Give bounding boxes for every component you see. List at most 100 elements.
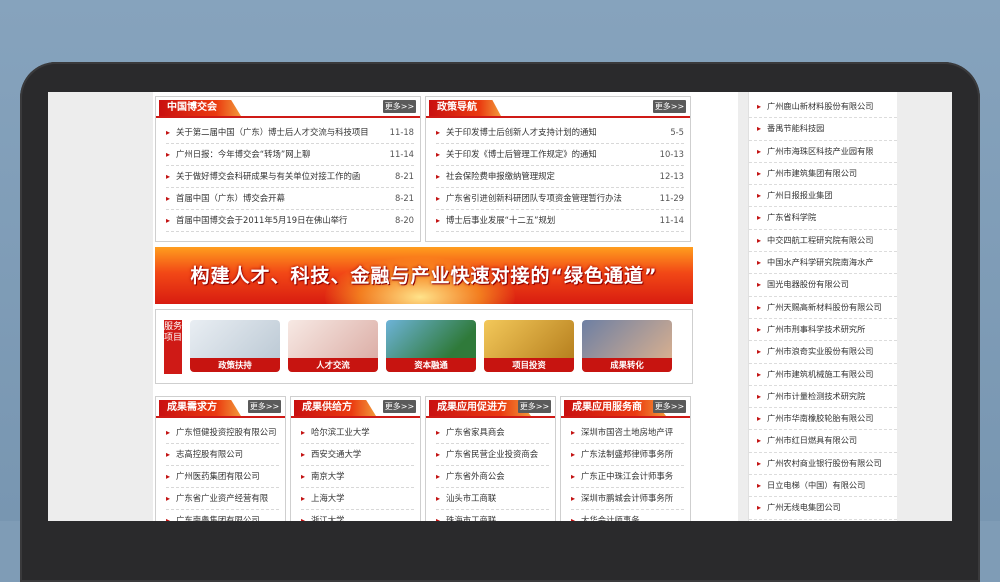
org-item-name[interactable]: 广东省广业资产经营有限	[166, 488, 268, 509]
org-item[interactable]: 大华会计师事务	[571, 510, 684, 521]
company-item[interactable]: 广州市海珠区科技产业园有限	[749, 141, 897, 163]
company-item[interactable]: 广州鹿山新材料股份有限公司	[749, 96, 897, 119]
org-item[interactable]: 南京大学	[301, 466, 414, 488]
org-item-name[interactable]: 广东恒健投资控股有限公司	[166, 422, 277, 443]
org-item[interactable]: 广东南粤集团有限公司	[166, 510, 279, 521]
org-item-name[interactable]: 广东正中珠江会计师事务	[571, 466, 673, 487]
promote-more-button[interactable]: 更多>>	[518, 400, 551, 413]
news-item[interactable]: 广州日报：今年博交会“转场”网上聊 11-14	[166, 144, 414, 166]
news-item-title[interactable]: 关于印发《博士后管理工作规定》的通知	[436, 144, 597, 165]
service-card-capital[interactable]: 资本融通	[386, 320, 476, 372]
service-card-transfer[interactable]: 成果转化	[582, 320, 672, 372]
news-item-title[interactable]: 关于做好博交会科研成果与有关单位对接工作的函	[166, 166, 360, 187]
news-item[interactable]: 关于做好博交会科研成果与有关单位对接工作的函 8-21	[166, 166, 414, 188]
news-item[interactable]: 关于印发博士后创新人才支持计划的通知 5-5	[436, 122, 684, 144]
company-item[interactable]: 广州市计量检测技术研究院	[749, 386, 897, 409]
org-item-name[interactable]: 深圳市鹏城会计师事务所	[571, 488, 673, 509]
news-item-title[interactable]: 首届中国博交会于2011年5月19日在佛山举行	[166, 210, 347, 231]
org-item[interactable]: 深圳市鹏城会计师事务所	[571, 488, 684, 510]
service-card-policy[interactable]: 政策扶持	[190, 320, 280, 372]
news-item[interactable]: 首届中国（广东）博交会开幕 8-21	[166, 188, 414, 210]
news-item-title[interactable]: 广东省引进创新科研团队专项资金管理暂行办法	[436, 188, 622, 209]
news-item-title[interactable]: 关于第二届中国（广东）博士后人才交流与科技项目	[166, 122, 369, 143]
org-item-name[interactable]: 浙江大学	[301, 510, 345, 521]
company-item[interactable]: 广东省科学院	[749, 207, 897, 230]
company-item[interactable]: 广州市华南橡胶轮胎有限公司	[749, 408, 897, 431]
org-item-name[interactable]: 广东南粤集团有限公司	[166, 510, 260, 521]
green-channel-banner[interactable]: 构建人才、科技、金融与产业快速对接的“绿色通道”	[155, 247, 693, 304]
news-item-title[interactable]: 首届中国（广东）博交会开幕	[166, 188, 285, 209]
company-item[interactable]: 广州无线电集团公司	[749, 497, 897, 520]
org-item[interactable]: 广东省民营企业投资商会	[436, 444, 549, 466]
company-item[interactable]: 广州市建筑集团有限公司	[749, 163, 897, 186]
company-item[interactable]: 国光电器股份有限公司	[749, 274, 897, 297]
org-item-name[interactable]: 哈尔滨工业大学	[301, 422, 370, 443]
org-item-name[interactable]: 广东省家具商会	[436, 422, 505, 443]
org-item[interactable]: 深圳市国咨土地房地产评	[571, 422, 684, 444]
company-item[interactable]: 中交四航工程研究院有限公司	[749, 230, 897, 253]
supply-list: 哈尔滨工业大学西安交通大学南京大学上海大学浙江大学	[301, 422, 414, 521]
org-item-name[interactable]: 西安交通大学	[301, 444, 361, 465]
org-item[interactable]: 广东恒健投资控股有限公司	[166, 422, 279, 444]
org-item[interactable]: 广东法制盛邦律师事务所	[571, 444, 684, 466]
company-item[interactable]: 中国水产科学研究院南海水产	[749, 252, 897, 275]
org-item[interactable]: 广东省广业资产经营有限	[166, 488, 279, 510]
company-item[interactable]: 广州市浪奇实业股份有限公司	[749, 341, 897, 364]
company-item[interactable]: 广州天赐高新材料股份有限公司	[749, 297, 897, 319]
expo-title: 中国博交会	[159, 100, 241, 116]
news-item[interactable]: 博士后事业发展“十二五”规划 11-14	[436, 210, 684, 232]
expo-more-button[interactable]: 更多>>	[383, 100, 416, 113]
news-item[interactable]: 广东省引进创新科研团队专项资金管理暂行办法 11-29	[436, 188, 684, 210]
org-item[interactable]: 志高控股有限公司	[166, 444, 279, 466]
news-item-title[interactable]: 广州日报：今年博交会“转场”网上聊	[166, 144, 310, 165]
org-item[interactable]: 广东省家具商会	[436, 422, 549, 444]
expo-panel: 中国博交会 更多>> 关于第二届中国（广东）博士后人才交流与科技项目 11-18 广…	[155, 96, 421, 242]
org-item[interactable]: 浙江大学	[301, 510, 414, 521]
service-org-more-button[interactable]: 更多>>	[653, 400, 686, 413]
news-item[interactable]: 社会保险费申报缴纳管理规定 12-13	[436, 166, 684, 188]
supply-more-button[interactable]: 更多>>	[383, 400, 416, 413]
company-item[interactable]: 广州市建筑机械施工有限公司	[749, 364, 897, 386]
policy-more-button[interactable]: 更多>>	[653, 100, 686, 113]
company-item[interactable]: 广州市红日燃具有限公司	[749, 430, 897, 453]
org-item-name[interactable]: 广东省外商公会	[436, 466, 505, 487]
org-item[interactable]: 哈尔滨工业大学	[301, 422, 414, 444]
org-item-name[interactable]: 广东省民营企业投资商会	[436, 444, 538, 465]
company-item[interactable]: 日立电梯（中国）有限公司	[749, 475, 897, 498]
org-item[interactable]: 珠海市工商联	[436, 510, 549, 521]
org-item-name[interactable]: 汕头市工商联	[436, 488, 496, 509]
company-item[interactable]: 番禺节能科技园	[749, 118, 897, 141]
org-item[interactable]: 上海大学	[301, 488, 414, 510]
news-item-title[interactable]: 关于印发博士后创新人才支持计划的通知	[436, 122, 597, 143]
news-item-title[interactable]: 社会保险费申报缴纳管理规定	[436, 166, 555, 187]
news-item[interactable]: 关于印发《博士后管理工作规定》的通知 10-13	[436, 144, 684, 166]
service-card-talent[interactable]: 人才交流	[288, 320, 378, 372]
org-item[interactable]: 广东省外商公会	[436, 466, 549, 488]
news-item-title[interactable]: 博士后事业发展“十二五”规划	[436, 210, 555, 231]
company-item[interactable]: 广州市刑事科学技术研究所	[749, 319, 897, 342]
company-item[interactable]: 广州农村商业银行股份有限公司	[749, 453, 897, 476]
org-item-name[interactable]: 广州医药集团有限公司	[166, 466, 260, 487]
news-item-date: 11-14	[389, 149, 414, 159]
news-item[interactable]: 关于第二届中国（广东）博士后人才交流与科技项目 11-18	[166, 122, 414, 144]
demand-list: 广东恒健投资控股有限公司志高控股有限公司广州医药集团有限公司广东省广业资产经营有…	[166, 422, 279, 521]
org-item[interactable]: 西安交通大学	[301, 444, 414, 466]
demand-title: 成果需求方	[159, 400, 241, 416]
org-item[interactable]: 汕头市工商联	[436, 488, 549, 510]
policy-title: 政策导航	[429, 100, 501, 116]
org-item[interactable]: 广州医药集团有限公司	[166, 466, 279, 488]
org-item-name[interactable]: 南京大学	[301, 466, 345, 487]
company-item[interactable]: 广州日报报业集团	[749, 185, 897, 208]
promote-panel: 成果应用促进方 更多>> 广东省家具商会广东省民营企业投资商会广东省外商公会汕头…	[425, 396, 556, 521]
org-item-name[interactable]: 珠海市工商联	[436, 510, 496, 521]
org-item[interactable]: 广东正中珠江会计师事务	[571, 466, 684, 488]
org-item-name[interactable]: 上海大学	[301, 488, 345, 509]
org-item-name[interactable]: 深圳市国咨土地房地产评	[571, 422, 673, 443]
service-card-investment[interactable]: 项目投资	[484, 320, 574, 372]
org-item-name[interactable]: 志高控股有限公司	[166, 444, 243, 465]
demand-more-button[interactable]: 更多>>	[248, 400, 281, 413]
news-item-date: 8-21	[394, 171, 414, 181]
org-item-name[interactable]: 广东法制盛邦律师事务所	[571, 444, 673, 465]
org-item-name[interactable]: 大华会计师事务	[571, 510, 640, 521]
news-item[interactable]: 首届中国博交会于2011年5月19日在佛山举行 8-20	[166, 210, 414, 232]
